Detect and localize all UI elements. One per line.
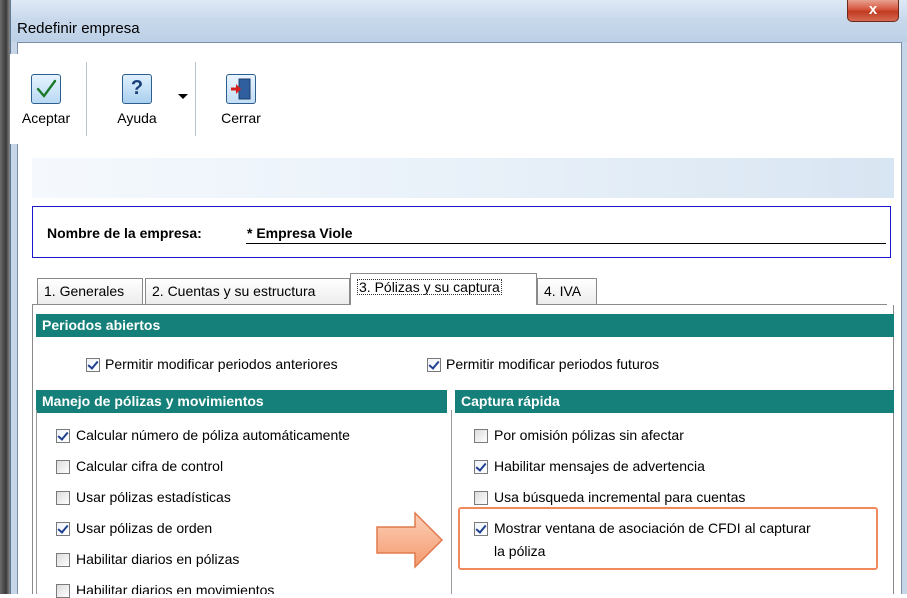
tab-label: 4. IVA xyxy=(544,283,582,299)
checkbox-label: Calcular cifra de control xyxy=(76,458,224,474)
checkbox-label: Usar pólizas estadísticas xyxy=(76,489,231,505)
checkbox-periodos-anteriores[interactable] xyxy=(86,358,100,372)
exit-door-icon xyxy=(226,74,256,104)
section-header-periodos: Periodos abiertos xyxy=(36,314,894,337)
accept-button[interactable]: Aceptar xyxy=(12,60,80,140)
tab-label: 2. Cuentas y su estructura xyxy=(152,283,316,299)
checkbox-cifra-control[interactable] xyxy=(56,460,70,474)
toolbar: Aceptar ? Ayuda Cerrar xyxy=(10,54,886,144)
background-strip xyxy=(0,0,10,594)
tab-iva[interactable]: 4. IVA xyxy=(537,278,597,304)
checkbox-label: Calcular número de póliza automáticament… xyxy=(76,427,350,443)
tab-cuentas[interactable]: 2. Cuentas y su estructura xyxy=(145,278,350,304)
checkbox-diarios-movimientos[interactable] xyxy=(56,584,70,598)
checkbox-sin-afectar[interactable] xyxy=(474,429,488,443)
header-band xyxy=(32,158,894,198)
section-header-manejo: Manejo de pólizas y movimientos xyxy=(36,390,447,413)
toolbar-separator xyxy=(195,62,196,136)
title-bar[interactable]: Redefinir empresa x xyxy=(11,0,907,42)
help-dropdown-arrow-icon[interactable] xyxy=(178,94,188,99)
checkbox-label: Usar pólizas de orden xyxy=(76,520,213,536)
help-label: Ayuda xyxy=(117,110,157,126)
help-button[interactable]: ? Ayuda xyxy=(104,60,170,140)
checkbox-label: Por omisión pólizas sin afectar xyxy=(494,427,684,443)
checkbox-label: Usa búsqueda incremental para cuentas xyxy=(494,489,746,505)
callout-arrow-icon xyxy=(376,511,444,569)
highlight-frame xyxy=(458,507,878,570)
company-name-field[interactable]: * Empresa Viole xyxy=(247,225,353,241)
checkbox-asociacion-cfdi[interactable] xyxy=(474,522,488,536)
company-name-panel: Nombre de la empresa: * Empresa Viole xyxy=(32,206,891,258)
tab-label: 1. Generales xyxy=(44,283,125,299)
company-name-label: Nombre de la empresa: xyxy=(47,225,202,241)
checkmark-icon xyxy=(31,74,61,104)
tab-polizas[interactable]: 3. Pólizas y su captura xyxy=(350,273,537,305)
checkbox-label-line2: la póliza xyxy=(494,543,546,559)
checkbox-label: Mostrar ventana de asociación de CFDI al… xyxy=(494,520,811,536)
checkbox-diarios-polizas[interactable] xyxy=(56,553,70,567)
checkbox-label: Permitir modificar periodos anteriores xyxy=(105,356,338,372)
checkbox-periodos-futuros[interactable] xyxy=(427,358,441,372)
column-border xyxy=(36,410,37,594)
close-label: Cerrar xyxy=(221,110,261,126)
tab-generales[interactable]: 1. Generales xyxy=(37,278,143,304)
checkbox-label: Habilitar diarios en movimientos xyxy=(76,582,275,594)
toolbar-separator xyxy=(86,62,87,136)
company-name-underline xyxy=(246,243,886,244)
tab-label: 3. Pólizas y su captura xyxy=(357,279,502,295)
checkbox-label: Habilitar diarios en pólizas xyxy=(76,551,240,567)
question-mark-icon: ? xyxy=(122,74,152,104)
column-divider xyxy=(451,410,452,594)
accept-label: Aceptar xyxy=(21,110,71,126)
window-title: Redefinir empresa xyxy=(17,20,140,37)
checkbox-busqueda-incremental[interactable] xyxy=(474,491,488,505)
section-header-captura: Captura rápida xyxy=(455,390,894,413)
close-button[interactable]: Cerrar xyxy=(210,60,272,140)
checkbox-numero-poliza[interactable] xyxy=(56,429,70,443)
checkbox-label: Habilitar mensajes de advertencia xyxy=(494,458,705,474)
window-close-button[interactable]: x xyxy=(847,0,899,22)
checkbox-label: Permitir modificar periodos futuros xyxy=(446,356,660,372)
checkbox-polizas-estadisticas[interactable] xyxy=(56,491,70,505)
checkbox-mensajes-advertencia[interactable] xyxy=(474,460,488,474)
checkbox-polizas-orden[interactable] xyxy=(56,522,70,536)
